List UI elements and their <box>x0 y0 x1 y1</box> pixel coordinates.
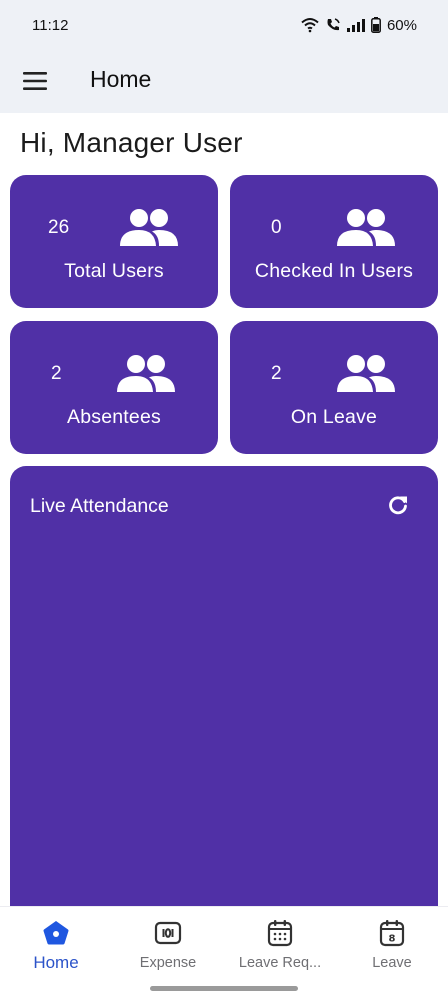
status-icons: 60% <box>301 17 417 34</box>
call-icon <box>325 17 341 33</box>
live-attendance-card: Live Attendance <box>10 466 438 926</box>
nav-label-home: Home <box>33 953 79 972</box>
nav-item-expense[interactable]: Expense <box>112 907 224 987</box>
nav-label-leave-request: Leave Req... <box>238 955 322 971</box>
nav-item-leave[interactable]: 8 Leave <box>336 907 448 987</box>
stat-label: On Leave <box>290 406 378 428</box>
expense-icon <box>154 919 182 947</box>
wifi-icon <box>301 17 319 33</box>
stat-count: 2 <box>271 363 282 384</box>
stat-label: Absentees <box>67 406 161 428</box>
signal-icon <box>346 18 365 32</box>
users-icon <box>117 355 175 392</box>
battery-icon <box>371 17 381 33</box>
app-bar: Home <box>0 50 448 113</box>
calendar-icon <box>267 919 293 947</box>
hamburger-menu-icon <box>23 72 47 90</box>
stat-card-on-leave[interactable]: 2 On Leave <box>230 321 438 454</box>
stat-label: Total Users <box>64 260 164 282</box>
nav-item-home[interactable]: Home <box>0 907 112 987</box>
menu-button[interactable] <box>22 68 48 94</box>
nav-label-leave: Leave <box>372 955 412 971</box>
stat-count: 26 <box>48 217 70 238</box>
greeting-text: Hi, Manager User <box>20 127 243 158</box>
stat-card-checked-in-users[interactable]: 0 Checked In Users <box>230 175 438 308</box>
stat-count: 2 <box>51 363 62 384</box>
stat-card-total-users[interactable]: 26 Total Users <box>10 175 218 308</box>
page-title: Home <box>90 66 152 92</box>
refresh-icon <box>389 496 407 515</box>
stat-card-absentees[interactable]: 2 Absentees <box>10 321 218 454</box>
users-icon <box>120 209 178 246</box>
refresh-button[interactable] <box>386 493 410 517</box>
status-time: 11:12 <box>32 16 69 34</box>
users-icon <box>337 209 395 246</box>
stat-label: Checked In Users <box>254 260 414 282</box>
live-attendance-title: Live Attendance <box>30 495 169 517</box>
battery-percent: 60% <box>386 16 417 34</box>
status-bar: 11:12 60% <box>0 0 448 50</box>
nav-item-leave-request[interactable]: Leave Req... <box>224 907 336 987</box>
users-icon <box>337 355 395 392</box>
calendar-day-icon: 8 <box>379 919 405 947</box>
nav-label-expense: Expense <box>139 955 197 971</box>
stat-count: 0 <box>271 217 282 238</box>
svg-text:8: 8 <box>389 934 396 945</box>
home-icon <box>42 919 70 947</box>
gesture-home-indicator[interactable] <box>150 986 298 991</box>
